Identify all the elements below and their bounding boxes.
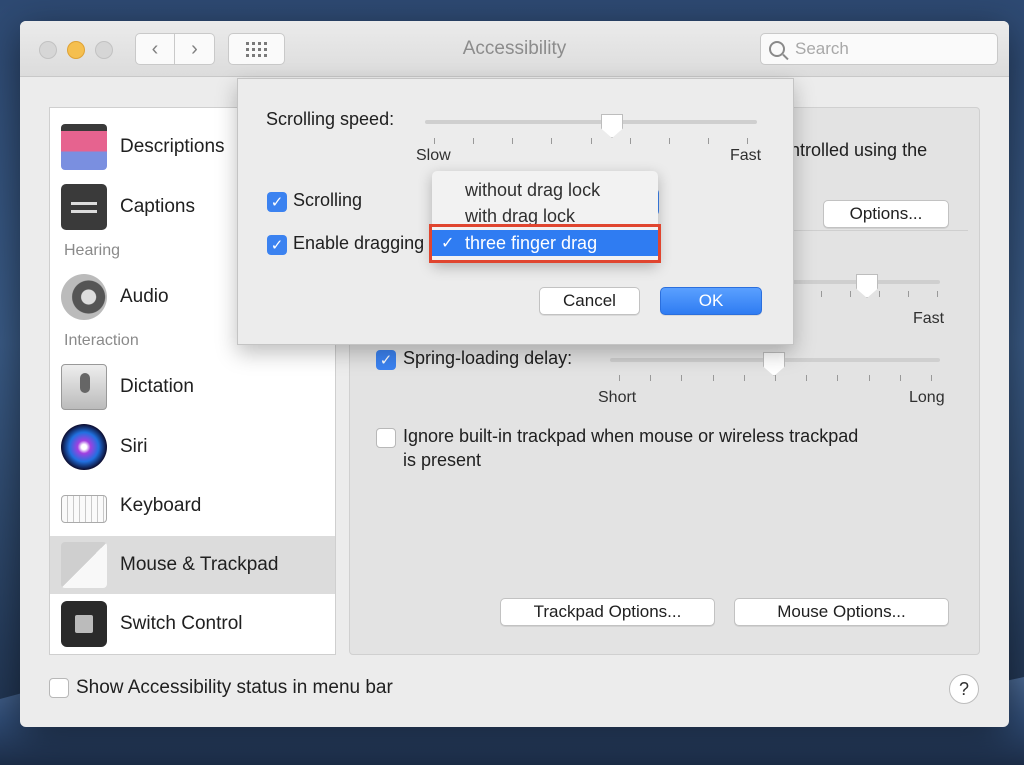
ignore-trackpad-label-line2: is present — [403, 450, 482, 470]
switch-control-icon — [61, 601, 107, 647]
descriptions-icon — [61, 124, 107, 170]
microphone-icon — [61, 364, 107, 410]
spring-loading-label: Spring-loading delay: — [403, 348, 573, 368]
sidebar-item-keyboard[interactable]: Keyboard — [50, 477, 335, 535]
ignore-trackpad-label: Ignore built-in trackpad when mouse or w… — [403, 426, 859, 446]
sidebar-item-label: Descriptions — [120, 136, 225, 157]
options-button[interactable]: Options... — [823, 200, 949, 228]
spring-loading-checkbox[interactable] — [376, 350, 396, 370]
spring-short-label: Short — [598, 389, 637, 406]
slow-label: Slow — [416, 147, 451, 164]
keyboard-icon — [61, 495, 107, 523]
titlebar: ‹ › Accessibility Search — [20, 21, 1009, 77]
fast-label: Fast — [730, 147, 762, 164]
scrolling-speed-label: Scrolling speed: — [266, 109, 395, 129]
sidebar-item-label: Captions — [120, 196, 195, 217]
sidebar-item-dictation[interactable]: Dictation — [50, 358, 335, 416]
slider-ticks — [434, 138, 748, 144]
annotation-highlight-box — [429, 224, 661, 263]
ok-button[interactable]: OK — [660, 287, 762, 315]
section-header-hearing: Hearing — [64, 242, 121, 259]
enable-dragging-label: Enable dragging — [293, 233, 425, 253]
trackpad-options-button[interactable]: Trackpad Options... — [500, 598, 715, 626]
sidebar-item-siri[interactable]: Siri — [50, 418, 335, 476]
search-placeholder: Search — [795, 39, 849, 58]
sidebar-item-label: Dictation — [120, 376, 194, 397]
search-field[interactable]: Search — [760, 33, 998, 65]
siri-icon — [61, 424, 107, 470]
menu-item-without-drag-lock[interactable]: without drag lock — [432, 177, 658, 203]
menu-item-label: without drag lock — [465, 179, 601, 200]
enable-dragging-checkbox[interactable] — [267, 235, 287, 255]
section-header-interaction: Interaction — [64, 332, 139, 349]
help-button[interactable]: ? — [949, 674, 979, 704]
sidebar-item-label: Audio — [120, 286, 169, 307]
scrolling-checkbox[interactable] — [267, 192, 287, 212]
scrolling-speed-slider-track[interactable] — [425, 120, 757, 124]
sidebar-item-label: Switch Control — [120, 613, 243, 634]
mouse-trackpad-icon — [61, 542, 107, 588]
sidebar-item-switch-control[interactable]: Switch Control — [50, 595, 335, 653]
partial-description: ntrolled using the — [790, 140, 928, 160]
show-status-label: Show Accessibility status in menu bar — [76, 677, 393, 698]
question-icon: ? — [958, 678, 969, 699]
sidebar-item-label: Siri — [120, 436, 148, 457]
spring-long-label: Long — [909, 389, 945, 406]
sidebar-item-mouse-trackpad[interactable]: Mouse & Trackpad — [50, 536, 335, 594]
sidebar-item-label: Mouse & Trackpad — [120, 554, 279, 575]
scrolling-label: Scrolling — [293, 190, 363, 210]
speed-fast-label: Fast — [913, 310, 945, 327]
sidebar-item-label: Keyboard — [120, 495, 202, 516]
mouse-options-button[interactable]: Mouse Options... — [734, 598, 949, 626]
slider-ticks — [619, 375, 932, 381]
cancel-button[interactable]: Cancel — [539, 287, 640, 315]
show-status-checkbox[interactable] — [49, 678, 69, 698]
ignore-trackpad-checkbox[interactable] — [376, 428, 396, 448]
speaker-icon — [61, 274, 107, 320]
search-icon — [769, 41, 785, 57]
captions-icon — [61, 184, 107, 230]
